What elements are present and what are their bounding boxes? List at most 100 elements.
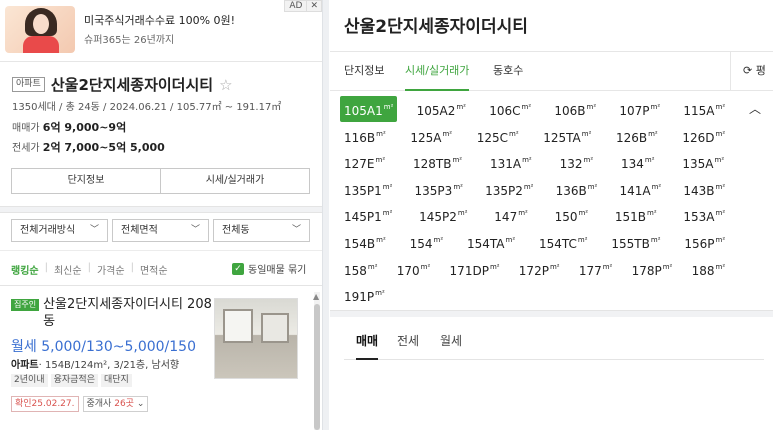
area-chip-label: 132 — [559, 157, 583, 172]
tab-complex-info[interactable]: 단지정보 — [344, 52, 384, 91]
area-chip-147[interactable]: 147m² — [490, 202, 532, 228]
area-chip-125c[interactable]: 125Cm² — [473, 123, 523, 149]
area-chip-135p2[interactable]: 135P2m² — [481, 176, 537, 202]
tab-jeonse[interactable]: 전세 — [397, 317, 419, 360]
area-unit: m² — [578, 209, 589, 218]
scroll-up-icon[interactable]: ▲ — [313, 292, 319, 301]
chevron-up-icon[interactable]: ︿ — [749, 100, 761, 117]
area-chip-label: 136B — [555, 183, 587, 198]
area-chip-label: 158 — [344, 263, 367, 278]
listing-photo[interactable] — [214, 298, 298, 379]
complex-meta: 1350세대 / 총 24동 / 2024.06.21 / 105.77㎡ ~ … — [12, 102, 282, 113]
listing-name[interactable]: 산울2단지세종자이더시티 208동 — [43, 296, 221, 330]
list-item[interactable]: 집주인 산울2단지세종자이더시티 208동 월세 5,000/130~5,000… — [11, 296, 311, 412]
area-chip-151b[interactable]: 151Bm² — [611, 202, 661, 228]
sort-ranking[interactable]: 랭킹순 — [11, 262, 45, 277]
sort-price[interactable]: 가격순 — [97, 262, 131, 277]
scrollbar-thumb[interactable] — [314, 304, 320, 430]
area-chip-155tb[interactable]: 155TBm² — [607, 229, 664, 255]
area-chip-188[interactable]: 188m² — [688, 256, 730, 282]
area-chip-126b[interactable]: 126Bm² — [612, 123, 662, 149]
filter-bar: 전체거래방식 ﹀ 전체면적 ﹀ 전체동 ﹀ — [11, 219, 310, 242]
section-divider — [330, 310, 773, 317]
area-chip-141a[interactable]: 141Am² — [615, 176, 665, 202]
tab-price-history[interactable]: 시세/실거래가 — [405, 52, 470, 91]
area-unit: m² — [522, 156, 532, 165]
area-chip-label: 147 — [494, 210, 518, 225]
area-chip-135p1[interactable]: 135P1m² — [340, 176, 396, 202]
ad-banner[interactable]: 미국주식거래수수료 100% 0원! 슈퍼365는 26년까지 AD ✕ — [0, 0, 322, 62]
area-unit: m² — [648, 129, 658, 138]
area-chip-126d[interactable]: 126Dm² — [678, 123, 729, 149]
tab-sale[interactable]: 매매 — [356, 317, 379, 360]
area-unit: m² — [456, 103, 466, 111]
area-chip-135p3[interactable]: 135P3m² — [411, 176, 467, 202]
area-chip-105a2[interactable]: 105A2m² — [413, 96, 470, 122]
panel-divider[interactable] — [322, 0, 329, 430]
sort-latest[interactable]: 최신순 — [54, 262, 88, 277]
area-chip-156p[interactable]: 156Pm² — [680, 229, 729, 255]
area-chip-153a[interactable]: 153Am² — [679, 202, 729, 228]
area-chip-label: 105A1 — [344, 104, 383, 118]
area-unit: m² — [549, 262, 560, 271]
area-chip-label: 116B — [344, 130, 376, 145]
listing-scrollbar[interactable]: ▲ — [313, 292, 320, 430]
area-chip-158[interactable]: 158m² — [340, 256, 382, 282]
area-chip-150[interactable]: 150m² — [551, 202, 593, 228]
area-chip-134[interactable]: 134m² — [617, 149, 659, 175]
area-chip-125a[interactable]: 125Am² — [406, 123, 456, 149]
area-chip-178p[interactable]: 178Pm² — [628, 256, 677, 282]
area-chip-132[interactable]: 132m² — [556, 149, 598, 175]
group-same-listing-checkbox[interactable]: ✓ 동일매물 묶기 — [232, 261, 306, 276]
area-chip-105a1[interactable]: 105A1m² — [340, 96, 398, 122]
area-chip-191p[interactable]: 191Pm² — [340, 282, 389, 308]
area-unit: m² — [715, 182, 726, 191]
area-chip-136b[interactable]: 136Bm² — [552, 176, 602, 202]
ad-title[interactable]: 미국주식거래수수료 100% 0원! — [84, 12, 235, 28]
area-chip-172p[interactable]: 172Pm² — [515, 256, 564, 282]
area-select[interactable]: 전체면적 ﹀ — [112, 219, 209, 242]
area-chip-171dp[interactable]: 171DPm² — [446, 256, 504, 282]
agents-dropdown[interactable]: 중개사 26곳 ⌄ — [82, 396, 149, 412]
area-chip-106b[interactable]: 106Bm² — [550, 96, 600, 122]
area-chip-154ta[interactable]: 154TAm² — [463, 229, 519, 255]
complex-info-button[interactable]: 단지정보 — [12, 169, 160, 193]
area-unit: m² — [644, 156, 655, 165]
area-chip-127e[interactable]: 127Em² — [340, 149, 389, 175]
tab-unit-numbers[interactable]: 동호수 — [493, 52, 523, 91]
tab-monthly-rent[interactable]: 월세 — [440, 317, 462, 360]
area-chip-154[interactable]: 154m² — [406, 229, 448, 255]
area-chip-143b[interactable]: 143Bm² — [679, 176, 729, 202]
area-chip-label: 145P1 — [344, 210, 382, 225]
area-chip-177[interactable]: 177m² — [575, 256, 617, 282]
area-unit: m² — [376, 129, 386, 138]
area-chip-115a[interactable]: 115Am² — [679, 96, 729, 122]
trade-type-select[interactable]: 전체거래방식 ﹀ — [11, 219, 108, 242]
area-chip-154tc[interactable]: 154TCm² — [535, 229, 592, 255]
close-icon[interactable]: ✕ — [306, 1, 321, 11]
area-chip-145p2[interactable]: 145P2m² — [415, 202, 471, 228]
area-chip-label: 106B — [554, 104, 586, 118]
area-chip-label: 155TB — [611, 237, 650, 251]
area-chip-145p1[interactable]: 145P1m² — [340, 202, 396, 228]
area-chip-128tb[interactable]: 128TBm² — [409, 149, 466, 175]
area-unit: m² — [715, 129, 726, 138]
area-chip-135a[interactable]: 135Am² — [678, 149, 728, 175]
area-chip-116b[interactable]: 116Bm² — [340, 123, 390, 149]
area-chip-131a[interactable]: 131Am² — [486, 149, 536, 175]
area-chip-106c[interactable]: 106Cm² — [485, 96, 535, 122]
area-unit: m² — [453, 182, 463, 191]
area-chip-label: 127E — [344, 157, 375, 172]
area-unit: m² — [577, 236, 588, 244]
area-chip-170[interactable]: 170m² — [393, 256, 435, 282]
building-select[interactable]: 전체동 ﹀ — [213, 219, 310, 242]
area-chip-107p[interactable]: 107Pm² — [615, 96, 664, 122]
unit-toggle-button[interactable]: ⟳ 평 — [730, 52, 773, 91]
area-unit: m² — [647, 209, 657, 218]
area-chip-154b[interactable]: 154Bm² — [340, 229, 390, 255]
price-history-button[interactable]: 시세/실거래가 — [160, 169, 309, 193]
sort-area[interactable]: 면적순 — [140, 262, 174, 277]
agents-prefix: 중개사 — [86, 399, 112, 409]
area-chip-125ta[interactable]: 125TAm² — [539, 123, 595, 149]
favorite-star-icon[interactable]: ☆ — [219, 76, 232, 94]
